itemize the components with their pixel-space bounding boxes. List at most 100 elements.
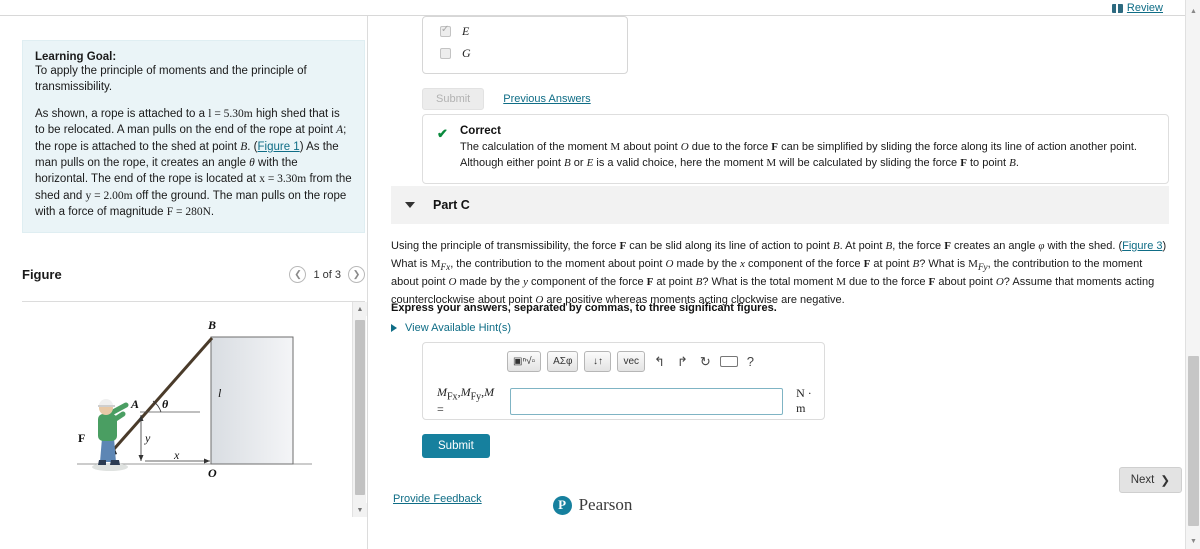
svg-text:F: F (78, 431, 85, 445)
goal-f-value: F = 280N (166, 206, 211, 218)
submit-button[interactable]: Submit (422, 434, 490, 458)
checkbox-g[interactable] (440, 48, 451, 59)
goal-text-9: . (210, 206, 215, 218)
answer-units: N · m (796, 386, 812, 416)
q-t15: component of the force (528, 276, 647, 289)
svg-text:x: x (173, 448, 180, 462)
svg-text:y: y (144, 431, 151, 445)
answer-row: MFx,MFy,M = N · m (437, 385, 824, 417)
figure-3-link[interactable]: Figure 3 (1122, 240, 1162, 252)
goal-l-value: l = 5.30m (208, 108, 253, 121)
q-t2: can be slid along its line of action to … (626, 240, 833, 252)
option-row-g[interactable]: G (423, 39, 627, 61)
template-icon[interactable]: ▣ⁿ√▫ (507, 351, 542, 372)
correct-t2: about point (620, 141, 681, 153)
svg-text:O: O (208, 466, 217, 480)
part-c-label: Part C (433, 198, 470, 212)
shed-rope-diagram: B A θ F y x O l (77, 318, 312, 480)
page-scroll-down-icon[interactable]: ▼ (1186, 534, 1200, 549)
left-panel: Learning Goal: To apply the principle of… (0, 16, 368, 549)
svg-text:A: A (130, 397, 139, 411)
correct-f2: F (960, 156, 967, 169)
correct-t5: or (570, 156, 587, 169)
q-mfy: M (968, 257, 978, 270)
figure-scroll-thumb[interactable] (355, 320, 365, 495)
page-scrollbar[interactable]: ▲ ▼ (1185, 0, 1200, 549)
chevron-left-icon[interactable]: ❮ (289, 266, 307, 283)
book-icon (1111, 3, 1123, 13)
answer-sub-x: Fx (447, 391, 458, 403)
correct-b2: B (1009, 156, 1016, 169)
q-t4: , the force (892, 240, 945, 252)
learning-goal-box: Learning Goal: To apply the principle of… (22, 40, 365, 234)
q-t18: due to the force (845, 276, 929, 289)
q-t14: made by the (456, 276, 524, 289)
pearson-wordmark: Pearson (578, 495, 633, 514)
check-icon: ✔ (437, 126, 448, 141)
answer-input[interactable] (509, 387, 784, 415)
page-scroll-thumb[interactable] (1188, 356, 1199, 526)
q-t10: component of the force (744, 257, 864, 270)
goal-text-4: . ( (247, 140, 258, 153)
previous-answers-link[interactable]: Previous Answers (503, 93, 590, 105)
learning-goal-subtitle: To apply the principle of moments and th… (35, 65, 307, 93)
keyboard-icon[interactable] (719, 356, 738, 367)
math-toolbar: ▣ⁿ√▫ ΑΣφ ↓↑ vec ↰ ↱ ↻ ? (507, 351, 757, 372)
figure-image[interactable]: B A θ F y x O l (22, 302, 352, 517)
checkbox-e[interactable] (440, 24, 451, 37)
next-label: Next (1130, 474, 1155, 486)
correct-feedback-box: ✔ Correct The calculation of the moment … (422, 114, 1169, 184)
next-button[interactable]: Next ❯ (1118, 467, 1182, 493)
answer-sub-y: Fy (470, 391, 482, 403)
learning-goal-title: Learning Goal: (35, 51, 117, 63)
chevron-right-icon: ❯ (1160, 475, 1170, 487)
q-o3: O (995, 276, 1004, 289)
review-link[interactable]: Review (1111, 2, 1163, 14)
figure-1-link[interactable]: Figure 1 (258, 141, 300, 153)
correct-m1: M (610, 141, 621, 153)
review-label: Review (1126, 2, 1163, 14)
redo-icon[interactable]: ↱ (674, 354, 691, 370)
vector-button[interactable]: vec (617, 351, 646, 372)
svg-text:B: B (207, 318, 216, 332)
answer-m-total: M (484, 385, 495, 399)
q-t19: about point (935, 276, 996, 289)
answer-label: MFx,MFy,M = (437, 385, 495, 417)
greek-symbols-button[interactable]: ΑΣφ (547, 351, 579, 372)
goal-y-value: y = 2.00m (85, 189, 133, 202)
scroll-up-icon[interactable]: ▲ (353, 302, 367, 316)
part-c-question: Using the principle of transmissibility,… (391, 238, 1169, 310)
correct-t7: will be calculated by sliding the force (776, 156, 961, 169)
q-t16: at point (653, 276, 696, 289)
q-b1: B (832, 240, 840, 252)
learning-goal-body: As shown, a rope is attached to a l = 5.… (35, 106, 352, 220)
help-icon[interactable]: ? (744, 354, 757, 369)
triangle-right-icon (391, 324, 397, 332)
page-scroll-up-icon[interactable]: ▲ (1186, 4, 1200, 19)
q-mfx: M (430, 257, 441, 270)
top-bar: Review (0, 0, 1185, 16)
correct-t1: The calculation of the moment (460, 141, 611, 153)
correct-t9: . (1015, 156, 1019, 169)
undo-icon[interactable]: ↰ (651, 354, 668, 370)
correct-title: Correct (460, 125, 501, 137)
answer-equals: = (437, 402, 444, 417)
view-hints-toggle[interactable]: View Available Hint(s) (391, 322, 511, 334)
q-m1: M (836, 276, 846, 289)
q-t5: creates an angle (950, 240, 1039, 252)
figure-title: Figure (22, 267, 62, 282)
reset-icon[interactable]: ↻ (697, 354, 714, 370)
chevron-right-icon[interactable]: ❯ (348, 266, 365, 283)
pearson-logo: P Pearson (0, 495, 1185, 515)
updown-arrows-button[interactable]: ↓↑ (584, 351, 612, 372)
q-t6: with the shed. ( (1044, 240, 1123, 252)
main-content: E G Submit Previous Answers ✔ Correct Th… (369, 16, 1185, 549)
svg-text:θ: θ (162, 397, 169, 411)
answer-instructions: Express your answers, separated by comma… (391, 302, 777, 314)
figure-scrollbar[interactable]: ▲ ▼ (352, 302, 367, 517)
option-row-e[interactable]: E (423, 17, 627, 39)
goal-x-value: x = 3.30m (259, 173, 307, 186)
q-mfx-sub: Fx (440, 261, 451, 272)
part-c-header[interactable]: Part C (391, 186, 1169, 224)
triangle-down-icon[interactable] (405, 202, 415, 208)
